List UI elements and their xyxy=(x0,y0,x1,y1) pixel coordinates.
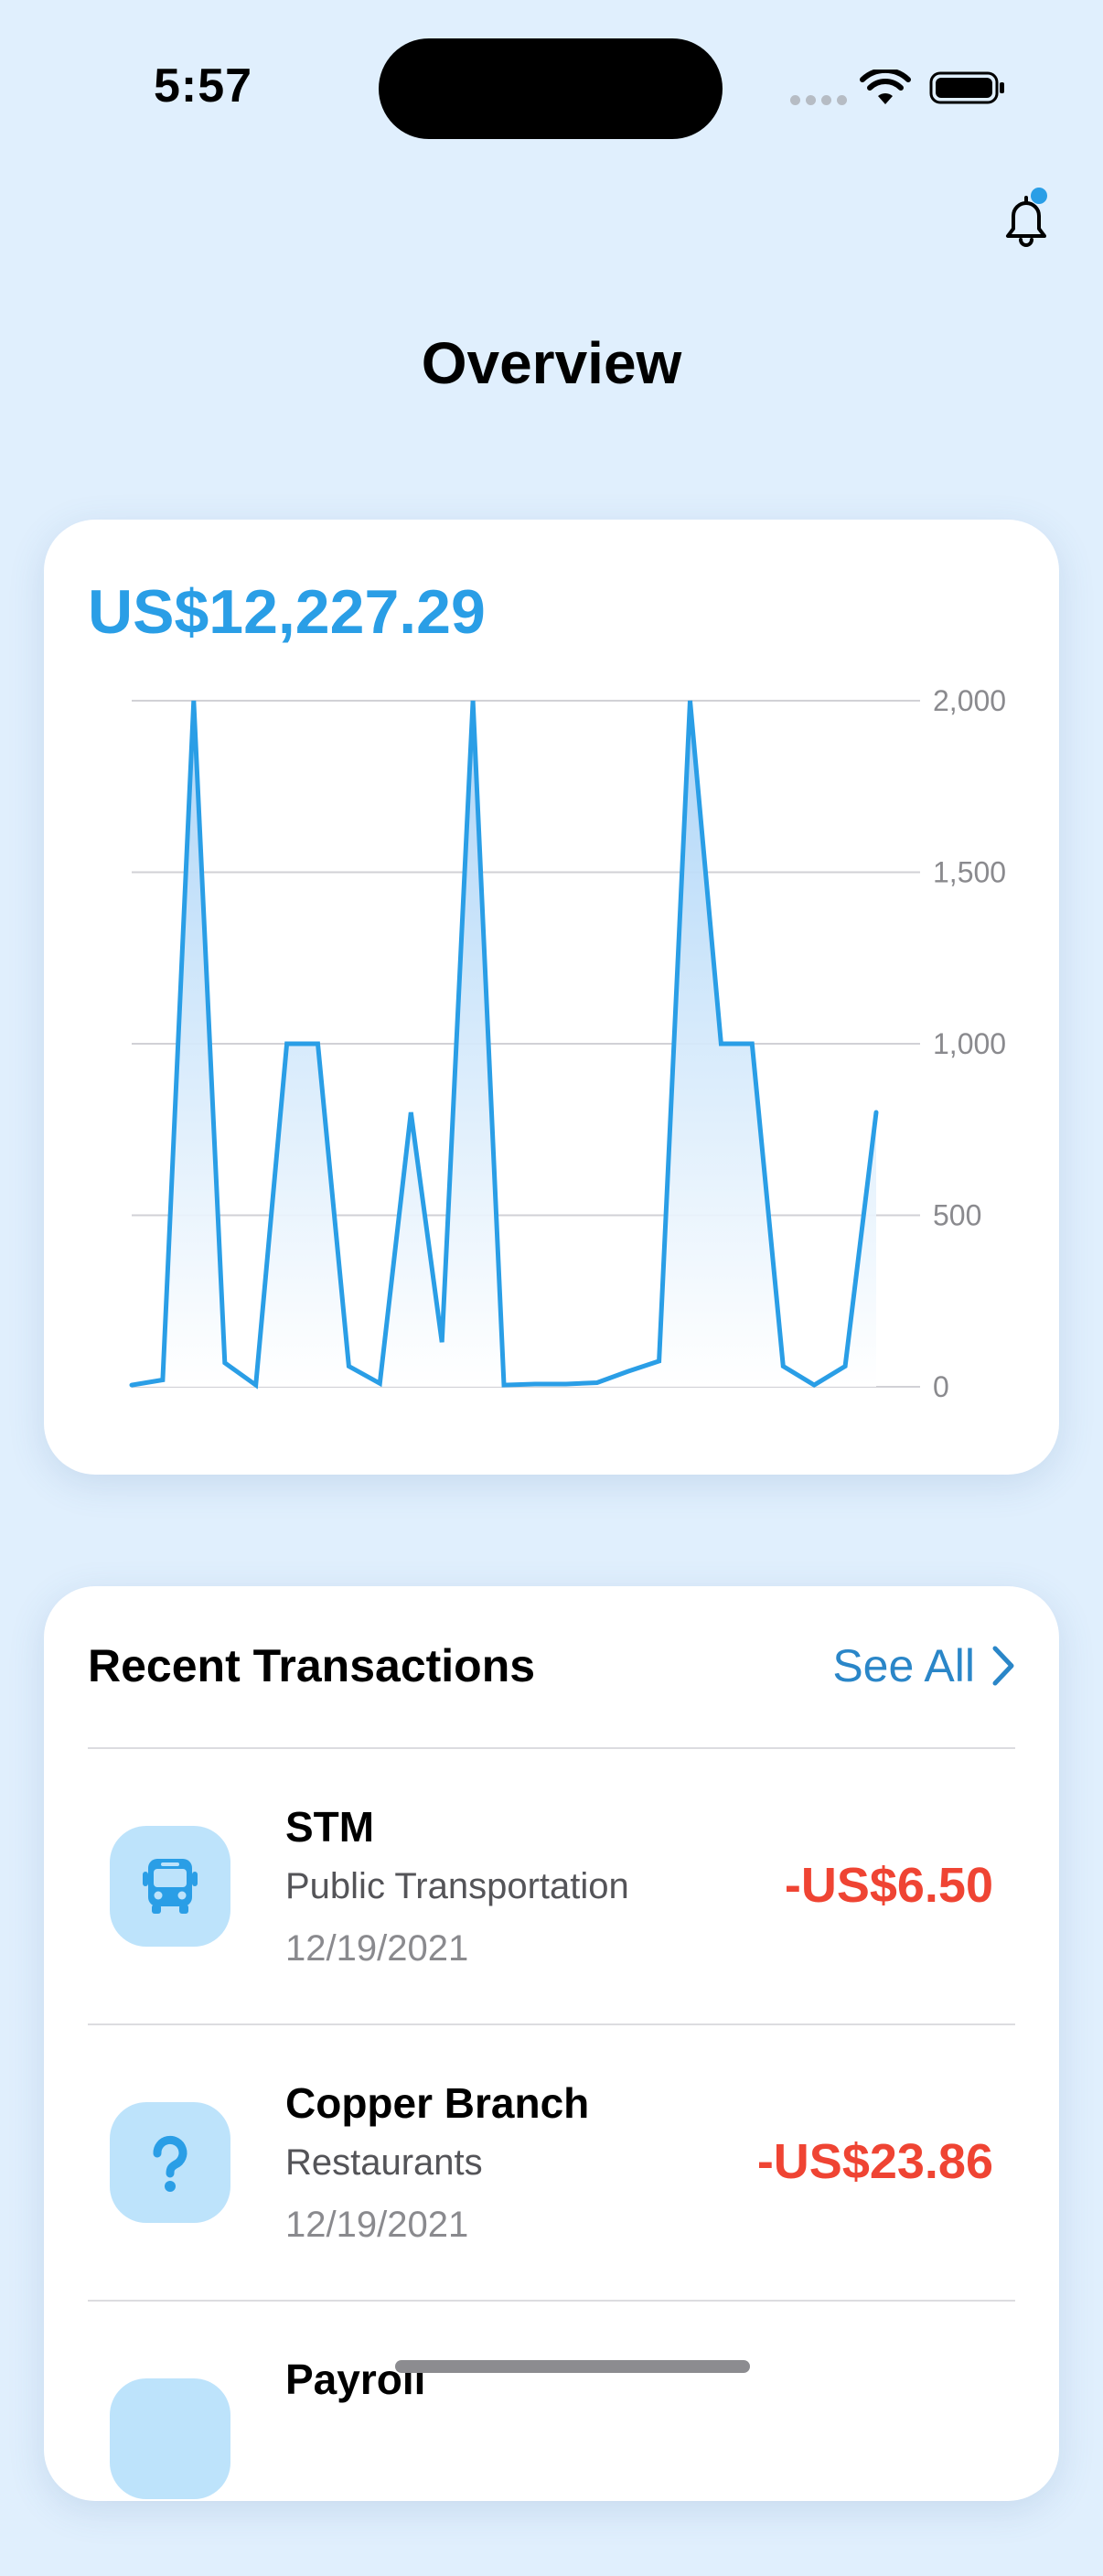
balance-amount: US$12,227.29 xyxy=(88,577,486,647)
transaction-row[interactable]: STM Public Transportation 12/19/2021 -US… xyxy=(88,1749,1015,2023)
chart-data-point xyxy=(191,699,196,703)
status-bar: 5:57 xyxy=(0,0,1103,183)
chart-data-point xyxy=(347,1364,351,1368)
home-indicator xyxy=(395,2360,750,2373)
chart-data-point xyxy=(594,1380,599,1385)
y-tick-label: 2,000 xyxy=(933,684,1006,717)
chart-data-point xyxy=(253,1383,258,1388)
transaction-category: Restaurants xyxy=(285,2142,483,2183)
transaction-category: Public Transportation xyxy=(285,1866,629,1906)
notification-badge xyxy=(1031,188,1047,204)
cellular-signal-icon xyxy=(790,95,847,105)
transaction-icon xyxy=(110,2102,230,2223)
question-mark-icon xyxy=(153,2135,187,2192)
y-tick-label: 1,500 xyxy=(933,856,1006,889)
transaction-name: Copper Branch xyxy=(285,2079,590,2127)
chart-data-point xyxy=(284,1042,289,1046)
chart-data-point xyxy=(750,1042,755,1046)
chart-data-point xyxy=(471,699,476,703)
chart-data-point xyxy=(160,1378,165,1382)
bell-icon xyxy=(1006,188,1047,247)
page-title: Overview xyxy=(421,330,682,396)
spending-chart: 2,000 1,500 1,000 500 0 xyxy=(129,684,1006,1403)
chart-data-point xyxy=(657,1358,661,1363)
chart-data-point xyxy=(874,1111,879,1115)
chart-data-point xyxy=(502,1383,507,1388)
chart-data-point xyxy=(378,1381,382,1386)
status-time: 5:57 xyxy=(154,59,253,113)
chart-data-point xyxy=(719,1042,723,1046)
y-tick-label: 500 xyxy=(933,1199,981,1232)
chart-data-point xyxy=(316,1042,320,1046)
chart-data-point xyxy=(440,1340,444,1345)
y-tick-label: 1,000 xyxy=(933,1027,1006,1060)
chart-data-point xyxy=(812,1383,817,1388)
chevron-right-icon xyxy=(992,1646,1014,1686)
chart-data-point xyxy=(688,699,692,703)
see-all-label: See All xyxy=(832,1640,975,1691)
dynamic-island xyxy=(379,38,723,139)
transaction-date: 12/19/2021 xyxy=(285,1928,469,1969)
see-all-button[interactable]: See All xyxy=(832,1639,1015,1692)
chart-data-point xyxy=(532,1382,537,1387)
y-tick-label: 0 xyxy=(933,1370,949,1403)
chart-data-point xyxy=(626,1369,630,1374)
wifi-icon xyxy=(860,70,911,104)
transaction-row[interactable]: Payroll xyxy=(88,2302,1015,2576)
bus-icon xyxy=(143,1859,198,1914)
chart-data-point xyxy=(563,1382,568,1387)
chart-data-point xyxy=(130,1383,134,1388)
battery-icon xyxy=(929,71,1004,104)
chart-data-point xyxy=(222,1360,227,1365)
transaction-name: STM xyxy=(285,1803,375,1851)
transaction-icon xyxy=(110,1826,230,1947)
chart-data-point xyxy=(781,1364,786,1368)
transaction-amount: -US$6.50 xyxy=(784,1858,993,1913)
balance-card: 2,000 1,500 1,000 500 0 US$12,227.29 xyxy=(44,520,1059,1475)
section-title: Recent Transactions xyxy=(88,1640,536,1691)
chart-data-point xyxy=(843,1364,848,1368)
notifications-button[interactable] xyxy=(990,183,1063,256)
transaction-row[interactable]: Copper Branch Restaurants 12/19/2021 -US… xyxy=(88,2025,1015,2300)
chart-data-point xyxy=(409,1111,413,1115)
transaction-icon xyxy=(110,2378,230,2499)
transaction-date: 12/19/2021 xyxy=(285,2205,469,2245)
transaction-amount: -US$23.86 xyxy=(756,2134,993,2189)
